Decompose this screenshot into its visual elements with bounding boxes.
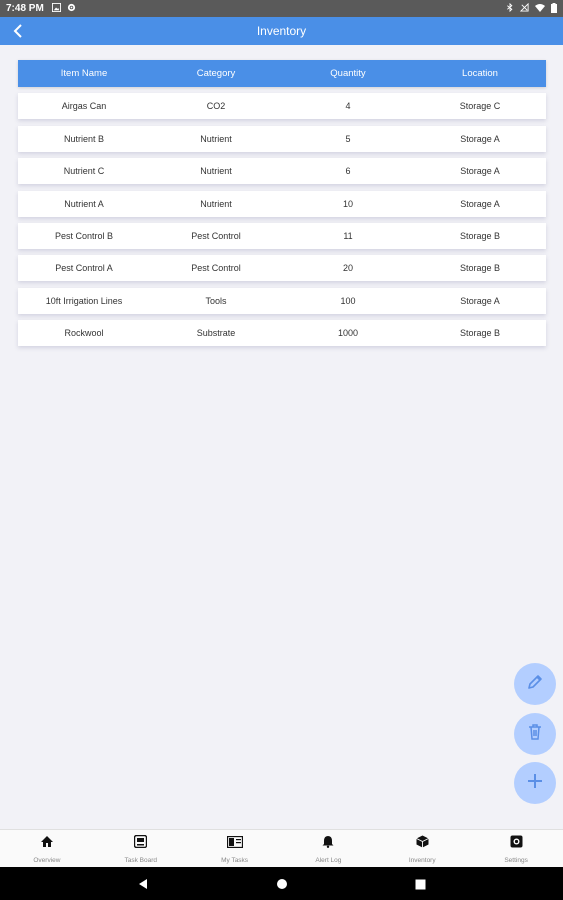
bluetooth-icon xyxy=(506,2,514,15)
cell-category: CO2 xyxy=(206,101,226,112)
nav-label: Settings xyxy=(504,857,528,864)
column-header-item-name[interactable]: Item Name xyxy=(18,68,150,79)
cell-category: Tools xyxy=(205,295,227,306)
table-row[interactable]: Rockwool Substrate 1000 Storage B xyxy=(18,320,546,347)
cell-item-name: Rockwool xyxy=(64,328,104,339)
box-icon xyxy=(416,835,429,853)
system-home-icon[interactable] xyxy=(275,877,289,891)
nav-item-overview[interactable]: Overview xyxy=(0,830,94,867)
cell-category: Pest Control xyxy=(191,263,241,274)
nav-item-inventory[interactable]: Inventory xyxy=(375,830,469,867)
delete-button[interactable] xyxy=(514,713,556,755)
gear-icon xyxy=(510,835,523,853)
bottom-navigation: Overview Task Board My Tasks Alert Log I… xyxy=(0,829,563,867)
system-back-icon[interactable] xyxy=(136,877,150,891)
cell-quantity: 5 xyxy=(345,133,351,144)
cell-location: Storage B xyxy=(459,230,501,241)
cell-location: Storage A xyxy=(460,133,500,144)
nav-item-my-tasks[interactable]: My Tasks xyxy=(188,830,282,867)
cell-category: Nutrient xyxy=(200,198,232,209)
no-signal-icon xyxy=(519,2,529,15)
back-icon[interactable] xyxy=(10,21,26,41)
table-header: Item Name Category Quantity Location xyxy=(18,60,546,87)
cell-location: Storage C xyxy=(459,101,501,112)
table-row[interactable]: Pest Control A Pest Control 20 Storage B xyxy=(18,255,546,282)
cell-quantity: 20 xyxy=(342,263,353,274)
status-bar: 7:48 PM xyxy=(0,0,563,17)
bell-icon xyxy=(322,835,334,853)
cell-item-name: Airgas Can xyxy=(61,101,107,112)
add-button[interactable] xyxy=(514,762,556,804)
trash-icon xyxy=(525,722,545,747)
table-row[interactable]: Pest Control B Pest Control 11 Storage B xyxy=(18,222,546,249)
edit-button[interactable] xyxy=(514,663,556,705)
cell-location: Storage B xyxy=(459,263,501,274)
cell-quantity: 1000 xyxy=(337,328,359,339)
nav-label: Task Board xyxy=(124,857,157,864)
app-bar: Inventory xyxy=(0,17,563,45)
table-row[interactable]: Nutrient B Nutrient 5 Storage A xyxy=(18,125,546,152)
table-row[interactable]: 10ft Irrigation Lines Tools 100 Storage … xyxy=(18,287,546,314)
plus-icon xyxy=(525,771,545,796)
cell-location: Storage B xyxy=(459,328,501,339)
wifi-icon xyxy=(535,3,545,15)
table-row[interactable]: Nutrient C Nutrient 6 Storage A xyxy=(18,158,546,185)
battery-icon xyxy=(551,2,557,15)
tasks-icon xyxy=(226,835,243,853)
nav-item-alert-log[interactable]: Alert Log xyxy=(282,830,376,867)
table-row[interactable]: Nutrient A Nutrient 10 Storage A xyxy=(18,190,546,217)
cell-quantity: 100 xyxy=(340,295,356,306)
nav-label: Inventory xyxy=(408,857,436,864)
cell-quantity: 10 xyxy=(342,198,353,209)
inventory-table: Item Name Category Quantity Location Air… xyxy=(18,60,546,347)
cell-location: Storage A xyxy=(460,166,500,177)
status-time: 7:48 PM xyxy=(6,3,44,14)
nav-item-task-board[interactable]: Task Board xyxy=(94,830,188,867)
cell-item-name: 10ft Irrigation Lines xyxy=(45,295,123,306)
cell-item-name: Pest Control A xyxy=(55,263,113,274)
image-notification-icon xyxy=(51,3,61,14)
cell-item-name: Nutrient C xyxy=(63,166,105,177)
system-recents-icon[interactable] xyxy=(413,877,427,891)
nav-label: Overview xyxy=(33,857,61,864)
settings-notification-icon xyxy=(67,3,76,14)
cell-location: Storage A xyxy=(460,295,500,306)
nav-item-settings[interactable]: Settings xyxy=(469,830,563,867)
cell-quantity: 6 xyxy=(345,166,351,177)
home-icon xyxy=(40,835,54,853)
nav-label: Alert Log xyxy=(315,857,342,864)
cell-category: Nutrient xyxy=(200,133,232,144)
cell-item-name: Nutrient A xyxy=(64,198,104,209)
cell-category: Pest Control xyxy=(191,230,241,241)
nav-label: My Tasks xyxy=(221,857,249,864)
cell-item-name: Pest Control B xyxy=(54,230,114,241)
cell-item-name: Nutrient B xyxy=(63,133,105,144)
system-navigation-bar xyxy=(0,867,563,900)
column-header-category[interactable]: Category xyxy=(150,68,282,79)
cell-location: Storage A xyxy=(460,198,500,209)
cell-quantity: 4 xyxy=(345,101,351,112)
column-header-location[interactable]: Location xyxy=(414,68,546,79)
cell-quantity: 11 xyxy=(343,230,353,241)
cell-category: Substrate xyxy=(196,328,236,339)
board-icon xyxy=(134,834,148,853)
page-title: Inventory xyxy=(256,24,307,38)
column-header-quantity[interactable]: Quantity xyxy=(282,68,414,79)
pencil-icon xyxy=(525,672,545,697)
cell-category: Nutrient xyxy=(200,166,232,177)
table-row[interactable]: Airgas Can CO2 4 Storage C xyxy=(18,93,546,120)
